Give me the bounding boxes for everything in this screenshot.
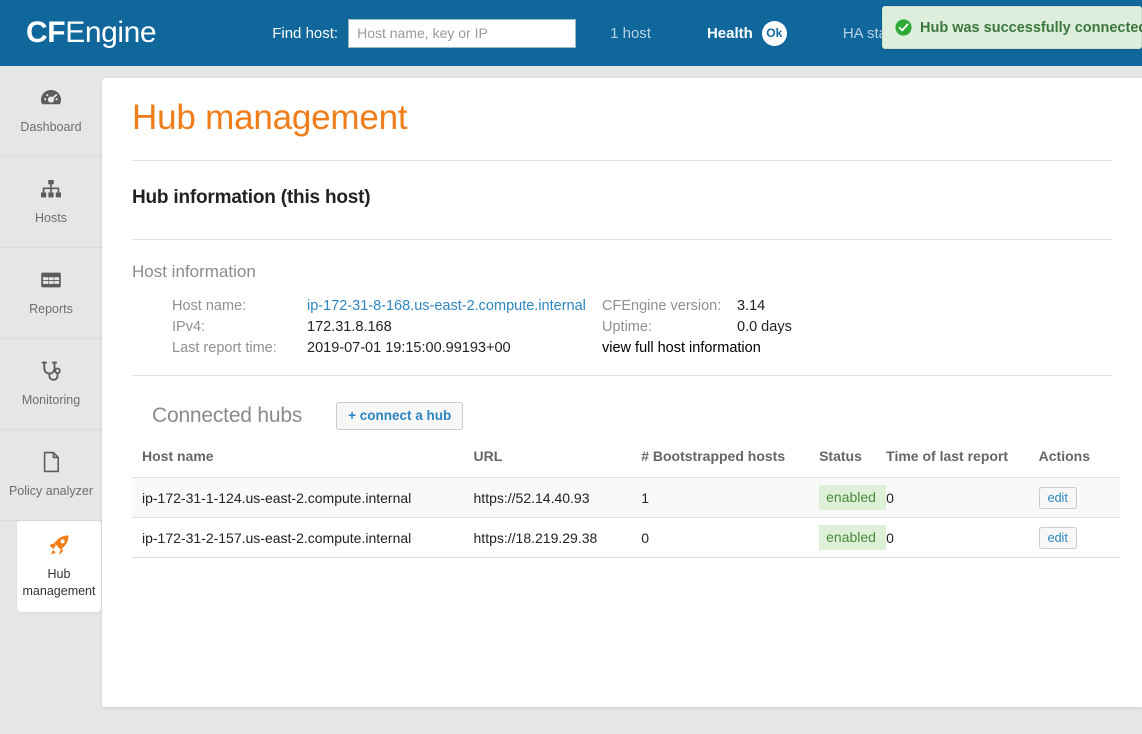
info-value: 2019-07-01 19:15:00.99193+00 [307, 340, 511, 356]
column-header-status[interactable]: Status [819, 448, 887, 479]
cell-host-name: ip-172-31-2-157.us-east-2.compute.intern… [132, 517, 474, 559]
sidebar-item-reports[interactable]: Reports [0, 248, 102, 339]
search-input[interactable] [348, 18, 577, 48]
connected-hubs-title: Connected hubs [152, 404, 303, 428]
subsection-title-host-information: Host information [132, 262, 256, 281]
page-title: Hub management [132, 98, 408, 137]
main-content-panel: Hub management Hub information (this hos… [102, 78, 1142, 707]
sidebar-item-label: Hosts [35, 211, 67, 226]
cell-actions: edit [1038, 517, 1120, 559]
status-badge: enabled [819, 484, 887, 511]
edit-button[interactable]: edit [1038, 526, 1077, 549]
sidebar-item-hub-management[interactable]: Hub management [17, 521, 101, 612]
table-header: Host name URL # Bootstrapped hosts Statu… [132, 448, 1120, 479]
connected-hubs-table: Host name URL # Bootstrapped hosts Statu… [132, 448, 1120, 559]
title-divider [132, 160, 1112, 161]
health-indicator[interactable]: Health Ok [706, 20, 787, 46]
info-label: CFEngine version: [602, 298, 722, 314]
sidebar-item-label: Dashboard [20, 120, 82, 135]
host-name-link[interactable]: ip-172-31-8-168.us-east-2.compute.intern… [307, 296, 586, 317]
column-header-url[interactable]: URL [473, 448, 642, 479]
info-label: Host name: [172, 298, 247, 314]
table-row[interactable]: ip-172-31-2-157.us-east-2.compute.intern… [132, 517, 1120, 559]
file-document-icon [39, 450, 63, 474]
logo-text-bold: CF [26, 16, 66, 49]
table-body: ip-172-31-1-124.us-east-2.compute.intern… [132, 477, 1120, 559]
info-value: 3.14 [737, 298, 766, 314]
cell-status: enabled [819, 477, 887, 519]
table-grid-icon [39, 268, 63, 292]
cell-time-of-last-report: 0 [886, 477, 1039, 519]
cell-actions: edit [1038, 477, 1120, 519]
column-header-actions: Actions [1038, 448, 1120, 479]
cfengine-logo[interactable]: CFEngine [26, 16, 157, 49]
column-header-host-name[interactable]: Host name [132, 448, 474, 479]
info-row-uptime: Uptime: 0.0 days [602, 317, 792, 338]
cell-url: https://18.219.29.38 [473, 517, 642, 559]
info-label: Last report time: [172, 340, 277, 356]
find-host-group: Find host: [272, 18, 577, 48]
cell-url: https://52.14.40.93 [473, 477, 642, 519]
sidebar-item-label: Hub management [22, 567, 96, 598]
info-row-host-name: Host name: ip-172-31-8-168.us-east-2.com… [172, 296, 602, 317]
table-header-row: Host name URL # Bootstrapped hosts Statu… [132, 448, 1120, 479]
sidebar-item-policy-analyzer[interactable]: Policy analyzer [0, 430, 102, 521]
info-value: 172.31.8.168 [307, 319, 392, 335]
section-title-hub-information: Hub information (this host) [132, 187, 371, 208]
host-information-columns: Host name: ip-172-31-8-168.us-east-2.com… [132, 296, 1112, 375]
cell-time-of-last-report: 0 [886, 517, 1039, 559]
find-host-label: Find host: [272, 24, 339, 42]
host-count-label: 1 host [610, 24, 651, 42]
stethoscope-icon [39, 359, 63, 383]
table-row[interactable]: ip-172-31-1-124.us-east-2.compute.intern… [132, 477, 1120, 519]
sidebar-item-hosts[interactable]: Hosts [0, 157, 102, 248]
column-header-bootstrapped-hosts[interactable]: # Bootstrapped hosts [641, 448, 820, 479]
cell-status: enabled [819, 517, 887, 559]
info-row-ipv4: IPv4: 172.31.8.168 [172, 317, 602, 338]
sidebar-item-label: Monitoring [21, 393, 81, 408]
edit-button[interactable]: edit [1038, 486, 1077, 509]
info-value: 0.0 days [737, 319, 792, 335]
view-full-host-information-link[interactable]: view full host information [602, 340, 761, 356]
cell-bootstrapped-hosts: 0 [641, 517, 820, 559]
dashboard-gauge-icon [39, 86, 63, 110]
section-divider [132, 239, 1112, 240]
cell-host-name: ip-172-31-1-124.us-east-2.compute.intern… [132, 477, 474, 519]
connect-a-hub-button[interactable]: + connect a hub [336, 402, 464, 431]
sidebar-item-monitoring[interactable]: Monitoring [0, 339, 102, 430]
logo-text-light: Engine [65, 16, 157, 49]
host-information-left-column: Host name: ip-172-31-8-168.us-east-2.com… [172, 296, 602, 359]
connected-hubs-header: Connected hubs + connect a hub [132, 376, 1112, 448]
info-label: Uptime: [602, 319, 652, 335]
info-row-cfengine-version: CFEngine version: 3.14 [602, 296, 792, 317]
column-header-time-of-last-report[interactable]: Time of last report [886, 448, 1039, 479]
info-label: IPv4: [172, 319, 206, 335]
view-full-host-information-row: view full host information [602, 338, 792, 359]
cell-bootstrapped-hosts: 1 [641, 477, 820, 519]
info-row-last-report-time: Last report time: 2019-07-01 19:15:00.99… [172, 338, 602, 359]
host-information-right-column: CFEngine version: 3.14 Uptime: 0.0 days … [602, 296, 792, 359]
health-status-badge: Ok [761, 20, 787, 46]
check-circle-icon [895, 19, 912, 36]
left-sidebar-nav: Dashboard Hosts Reports Monitoring Polic… [0, 66, 102, 734]
sidebar-item-label: Policy analyzer [8, 484, 94, 499]
status-badge: enabled [819, 524, 887, 551]
notification-message: Hub was successfully connected [920, 19, 1142, 36]
success-notification[interactable]: Hub was successfully connected [882, 6, 1142, 49]
sitemap-icon [39, 177, 63, 201]
sidebar-item-label: Reports [29, 302, 73, 317]
health-label: Health [706, 24, 753, 42]
rocket-icon [47, 533, 71, 557]
sidebar-item-dashboard[interactable]: Dashboard [0, 66, 102, 157]
